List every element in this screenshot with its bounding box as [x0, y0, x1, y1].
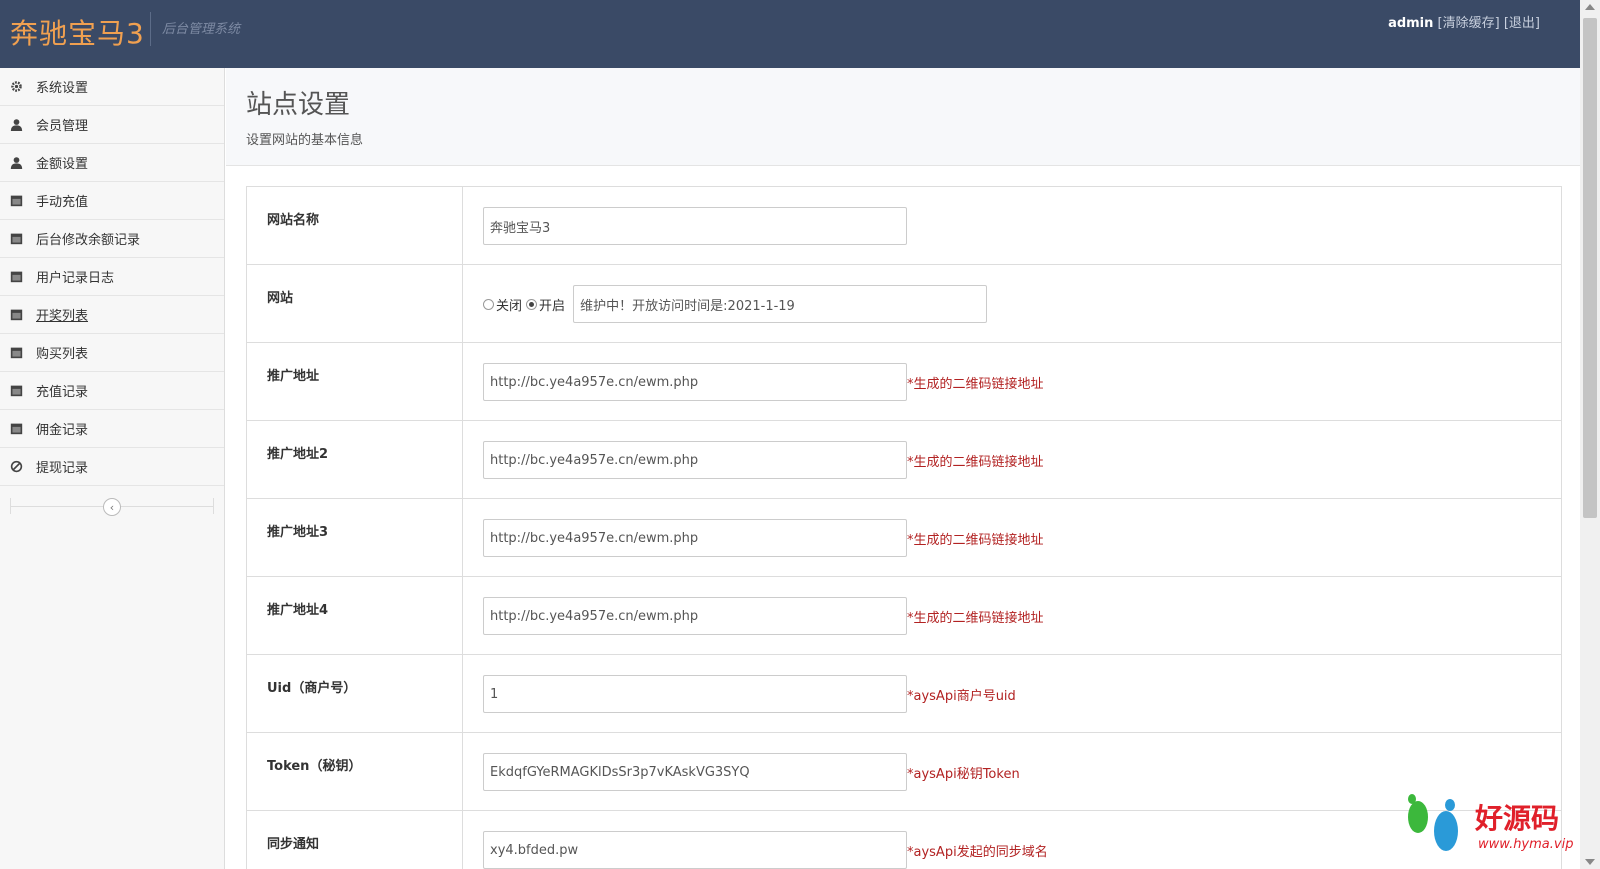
- watermark: 好源码 www.hyma.vip: [1400, 791, 1590, 861]
- maintenance-message-input[interactable]: [573, 285, 988, 323]
- site-name-input[interactable]: [483, 207, 907, 245]
- sidebar-item-draw-list[interactable]: 开奖列表: [0, 296, 224, 334]
- field-hint: *生成的二维码链接地址: [907, 611, 1044, 626]
- promo-url-3-input[interactable]: [483, 519, 907, 557]
- sidebar-item-label: 佣金记录: [36, 423, 89, 438]
- user-icon: [10, 118, 36, 131]
- form-row-promo3: 推广地址3 *生成的二维码链接地址: [246, 498, 1562, 577]
- form-row-promo2: 推广地址2 *生成的二维码链接地址: [246, 420, 1562, 499]
- sidebar-item-label: 后台修改余额记录: [36, 233, 141, 248]
- sidebar-item-label: 手动充值: [36, 195, 89, 210]
- top-header: 奔驰宝马3 后台管理系统 admin [清除缓存] [退出]: [0, 0, 1580, 68]
- settings-form: 网站名称 网站 关闭 开启 推广地址 *生成的二维码链接地址 推广地址2: [246, 186, 1562, 869]
- form-row-uid: Uid（商户号） *aysApi商户号uid: [246, 654, 1562, 733]
- field-label: 推广地址4: [246, 576, 463, 655]
- radio-label: 开启: [539, 298, 566, 314]
- sidebar-item-label: 用户记录日志: [36, 271, 115, 286]
- field-hint: *生成的二维码链接地址: [907, 533, 1044, 548]
- ban-icon: [10, 460, 36, 473]
- form-row-token: Token（秘钥） *aysApi秘钥Token: [246, 732, 1562, 811]
- promo-url-4-input[interactable]: [483, 597, 907, 635]
- page-header: 站点设置 设置网站的基本信息: [226, 68, 1580, 166]
- user-area: admin [清除缓存] [退出]: [1388, 12, 1540, 31]
- field-label: Token（秘钥）: [246, 732, 463, 811]
- calendar-icon: [10, 346, 36, 359]
- scroll-up-icon[interactable]: [1585, 4, 1595, 10]
- form-row-site-status: 网站 关闭 开启: [246, 264, 1562, 343]
- calendar-icon: [10, 270, 36, 283]
- gear-icon: [10, 80, 36, 93]
- brand-subtitle: 后台管理系统: [162, 22, 241, 37]
- site-open-radio[interactable]: [526, 298, 538, 310]
- uid-input[interactable]: [483, 675, 907, 713]
- radio-label: 关闭: [496, 298, 523, 314]
- sidebar-item-label: 会员管理: [36, 119, 89, 134]
- scrollbar-thumb[interactable]: [1583, 18, 1597, 518]
- field-label: 网站: [246, 264, 463, 343]
- field-hint: *生成的二维码链接地址: [907, 377, 1044, 392]
- sidebar: 系统设置 会员管理 金额设置 手动充值 后台修改余额记录 用户记录日志 开奖列表…: [0, 68, 225, 869]
- calendar-icon: [10, 422, 36, 435]
- clear-cache-link[interactable]: [清除缓存]: [1438, 16, 1500, 31]
- field-label: 推广地址2: [246, 420, 463, 499]
- field-hint: *aysApi商户号uid: [907, 689, 1016, 704]
- site-closed-radio[interactable]: [483, 298, 494, 310]
- sidebar-item-commission-records[interactable]: 佣金记录: [0, 410, 224, 448]
- calendar-icon: [10, 384, 36, 397]
- form-row-sync-notify: 同步通知 *aysApi发起的同步域名: [246, 810, 1562, 869]
- field-label: 同步通知: [246, 810, 463, 869]
- chevron-left-icon: ‹: [109, 500, 115, 514]
- sidebar-item-label: 购买列表: [36, 347, 89, 362]
- divider: [213, 498, 214, 514]
- site-status-radio-group: 关闭 开启: [483, 295, 569, 314]
- calendar-icon: [10, 194, 36, 207]
- sidebar-item-members[interactable]: 会员管理: [0, 106, 224, 144]
- promo-url-input[interactable]: [483, 363, 907, 401]
- username: admin: [1388, 16, 1434, 31]
- token-input[interactable]: [483, 753, 907, 791]
- main-content: 站点设置 设置网站的基本信息 网站名称 网站 关闭 开启 推广地址 *生成的二维…: [226, 68, 1580, 869]
- sidebar-collapse-row: ‹: [0, 486, 224, 526]
- sidebar-item-withdraw-records[interactable]: 提现记录: [0, 448, 224, 486]
- vertical-scrollbar[interactable]: [1580, 0, 1600, 869]
- brand-divider: [150, 12, 151, 46]
- page-title: 站点设置: [246, 90, 351, 120]
- calendar-icon: [10, 308, 36, 321]
- brand-logo[interactable]: 奔驰宝马3: [10, 12, 145, 52]
- sidebar-item-balance-log[interactable]: 后台修改余额记录: [0, 220, 224, 258]
- page-subtitle: 设置网站的基本信息: [246, 133, 364, 148]
- watermark-text: 好源码: [1475, 802, 1560, 835]
- sidebar-item-system-settings[interactable]: 系统设置: [0, 68, 224, 106]
- form-row-promo1: 推广地址 *生成的二维码链接地址: [246, 342, 1562, 421]
- sidebar-collapse-button[interactable]: ‹: [103, 498, 121, 516]
- field-label: 推广地址3: [246, 498, 463, 577]
- sync-domain-input[interactable]: [483, 831, 907, 869]
- sidebar-item-purchase-list[interactable]: 购买列表: [0, 334, 224, 372]
- promo-url-2-input[interactable]: [483, 441, 907, 479]
- field-hint: *aysApi秘钥Token: [907, 767, 1020, 782]
- sidebar-item-label: 金额设置: [36, 157, 89, 172]
- field-hint: *aysApi发起的同步域名: [907, 845, 1048, 860]
- sidebar-item-user-log[interactable]: 用户记录日志: [0, 258, 224, 296]
- divider: [10, 498, 11, 514]
- sidebar-item-label: 开奖列表: [36, 309, 89, 324]
- form-row-site-name: 网站名称: [246, 186, 1562, 265]
- sidebar-item-label: 提现记录: [36, 461, 89, 476]
- sidebar-item-label: 充值记录: [36, 385, 89, 400]
- sidebar-item-manual-recharge[interactable]: 手动充值: [0, 182, 224, 220]
- field-label: Uid（商户号）: [246, 654, 463, 733]
- user-icon: [10, 156, 36, 169]
- footprint-logo-icon: [1408, 794, 1458, 851]
- calendar-icon: [10, 232, 36, 245]
- form-row-promo4: 推广地址4 *生成的二维码链接地址: [246, 576, 1562, 655]
- watermark-url: www.hyma.vip: [1478, 837, 1574, 852]
- sidebar-item-amount-settings[interactable]: 金额设置: [0, 144, 224, 182]
- field-label: 网站名称: [246, 186, 463, 265]
- field-label: 推广地址: [246, 342, 463, 421]
- sidebar-item-label: 系统设置: [36, 81, 89, 96]
- sidebar-item-recharge-records[interactable]: 充值记录: [0, 372, 224, 410]
- field-hint: *生成的二维码链接地址: [907, 455, 1044, 470]
- logout-link[interactable]: [退出]: [1504, 16, 1540, 31]
